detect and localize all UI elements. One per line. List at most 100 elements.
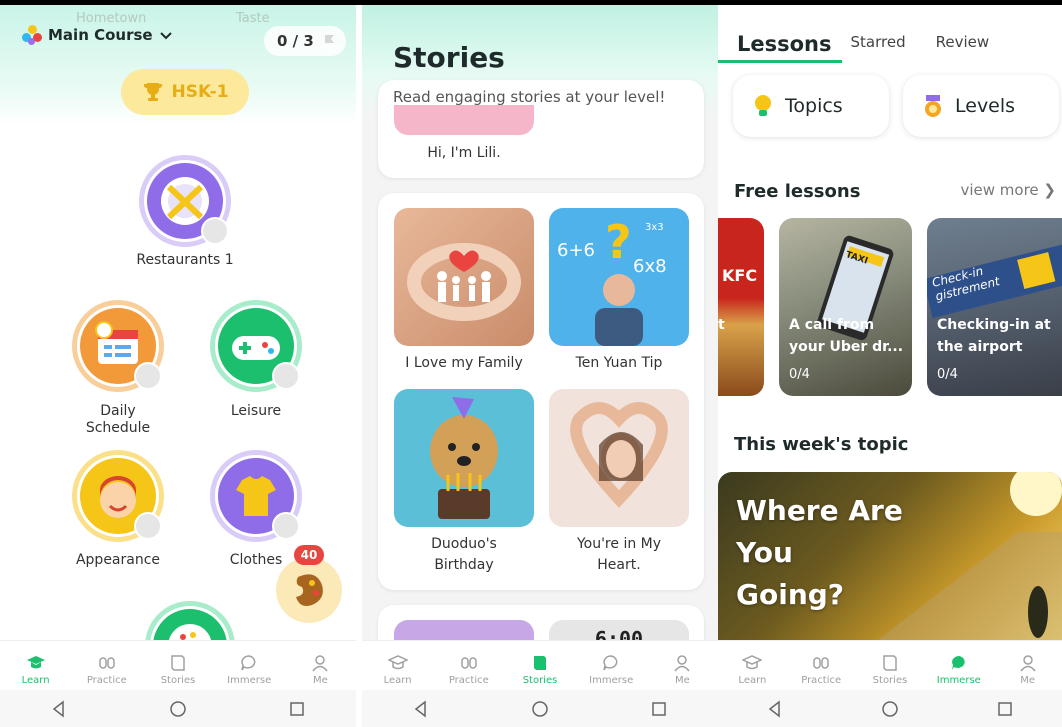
chevron-down-icon <box>159 32 172 40</box>
locked-icon <box>272 512 300 540</box>
locked-icon <box>134 362 162 390</box>
lesson-appearance[interactable]: Appearance <box>58 450 178 570</box>
nav-learn[interactable]: Learn <box>362 641 433 691</box>
book-icon <box>883 655 897 671</box>
system-nav <box>0 690 356 727</box>
topics-button[interactable]: Topics <box>733 75 889 137</box>
unit-progress[interactable]: 0 / 3 <box>264 26 346 56</box>
nav-immerse[interactable]: Immerse <box>576 641 647 691</box>
nav-stories[interactable]: Stories <box>504 641 575 691</box>
kfc-sign: KFC <box>722 266 758 285</box>
nav-label: Me <box>675 675 690 686</box>
graduation-cap-icon <box>742 655 763 670</box>
nav-label: Practice <box>86 675 127 686</box>
medal-icon <box>925 95 941 117</box>
nav-learn[interactable]: Learn <box>718 641 787 691</box>
person-icon <box>312 655 328 672</box>
recents-icon[interactable] <box>288 700 306 718</box>
practice-icon <box>461 657 477 669</box>
free-lesson-card[interactable]: KFC t <box>718 218 764 396</box>
back-icon[interactable] <box>412 699 430 718</box>
book-icon <box>534 656 546 670</box>
nav-stories[interactable]: Stories <box>856 641 925 691</box>
nav-label: Immerse <box>589 675 634 686</box>
story-title: I Love my Family <box>405 355 523 371</box>
nav-label: Learn <box>738 675 767 686</box>
week-topic-card[interactable]: Where Are You Going? <box>718 472 1062 640</box>
immerse-screen: Lessons Starred Review Topics Levels Fre… <box>718 5 1062 727</box>
chat-bubble-icon <box>603 655 618 671</box>
lesson-leisure[interactable]: Leisure <box>196 300 316 420</box>
nav-immerse[interactable]: Immerse <box>214 641 285 691</box>
home-icon[interactable] <box>531 700 549 718</box>
free-lesson-card[interactable]: TAXI A call from your Uber dr... 0/4 <box>779 218 912 396</box>
back-icon[interactable] <box>766 699 784 718</box>
immerse-tabs: Lessons Starred Review <box>718 5 1062 65</box>
story-item[interactable]: 6+6 6x8 3x3? Ten Yuan Tip <box>549 208 689 374</box>
nav-me[interactable]: Me <box>993 641 1062 691</box>
nav-me[interactable]: Me <box>647 641 718 691</box>
back-icon[interactable] <box>50 699 68 718</box>
palette-button[interactable] <box>276 557 342 623</box>
week-topic-title: This week's topic <box>734 434 909 455</box>
home-icon[interactable] <box>881 700 899 718</box>
nav-label: Learn <box>383 675 412 686</box>
story-item[interactable]: I Love my Family <box>394 208 534 374</box>
svg-text:6x8: 6x8 <box>633 256 667 277</box>
free-lesson-caption: t <box>718 317 725 333</box>
math-man-image: 6+6 6x8 3x3? <box>549 208 689 346</box>
nav-label: Immerse <box>936 675 981 686</box>
nav-label: Me <box>1020 675 1035 686</box>
nav-stories[interactable]: Stories <box>142 641 213 691</box>
nav-practice[interactable]: Practice <box>787 641 856 691</box>
levels-button[interactable]: Levels <box>903 75 1059 137</box>
nav-me[interactable]: Me <box>285 641 356 691</box>
bottom-nav: Learn Practice Stories Immerse Me <box>718 640 1062 691</box>
svg-text:?: ? <box>605 215 632 269</box>
prev-unit-label: Hometown <box>76 11 147 26</box>
lightbulb-icon <box>755 95 771 116</box>
recents-icon[interactable] <box>650 700 668 718</box>
view-more-link[interactable]: view more ❯ <box>960 181 1056 199</box>
chat-bubble-icon <box>951 656 965 670</box>
active-tab-indicator <box>718 60 842 63</box>
nav-immerse[interactable]: Immerse <box>924 641 993 691</box>
prev-unit-label-2: Taste <box>236 11 270 26</box>
book-icon <box>171 655 185 671</box>
lesson-label: Daily Schedule <box>85 403 151 436</box>
lesson-restaurants[interactable]: Restaurants 1 <box>125 155 245 275</box>
nav-practice[interactable]: Practice <box>71 641 142 691</box>
nav-label: Stories <box>872 675 908 686</box>
locked-icon <box>134 512 162 540</box>
trophy-icon <box>144 83 163 101</box>
course-selector[interactable]: Main Course <box>22 25 173 45</box>
home-icon[interactable] <box>169 700 187 718</box>
notification-badge: 40 <box>294 545 324 565</box>
nav-learn[interactable]: Learn <box>0 641 71 691</box>
lesson-daily-schedule[interactable]: Daily Schedule <box>58 300 178 440</box>
story-grid-card: I Love my Family 6+6 6x8 3x3? Ten Yuan Tip… <box>378 193 704 590</box>
story-title: Duoduo's Birthday <box>431 536 497 573</box>
tab-review[interactable]: Review <box>936 33 990 65</box>
free-lesson-caption: A call from your Uber dr... <box>789 317 904 355</box>
recents-icon[interactable] <box>996 700 1014 718</box>
practice-icon <box>99 657 115 669</box>
system-nav <box>718 690 1062 727</box>
tab-starred[interactable]: Starred <box>851 33 906 65</box>
page-subtitle: Read engaging stories at your level! <box>393 88 666 106</box>
learn-screen: Hometown Taste Main Course 0 / 3 HSK-1 R… <box>0 5 356 727</box>
nav-practice[interactable]: Practice <box>433 641 504 691</box>
level-badge[interactable]: HSK-1 <box>121 69 249 115</box>
practice-icon <box>813 657 829 669</box>
free-lesson-card[interactable]: Check-in gistrement Checking-in at the a… <box>927 218 1062 396</box>
heart-hands-image <box>549 389 689 527</box>
family-image <box>394 208 534 346</box>
story-item[interactable]: Duoduo's Birthday <box>394 389 534 576</box>
nav-label: Practice <box>801 675 842 686</box>
lesson-label: Restaurants 1 <box>136 252 234 268</box>
nav-label: Immerse <box>227 675 272 686</box>
bottom-nav: Learn Practice Stories Immerse Me <box>0 640 356 691</box>
palette-icon <box>296 574 323 606</box>
graduation-cap-icon <box>387 655 408 670</box>
story-item[interactable]: You're in My Heart. <box>549 389 689 576</box>
